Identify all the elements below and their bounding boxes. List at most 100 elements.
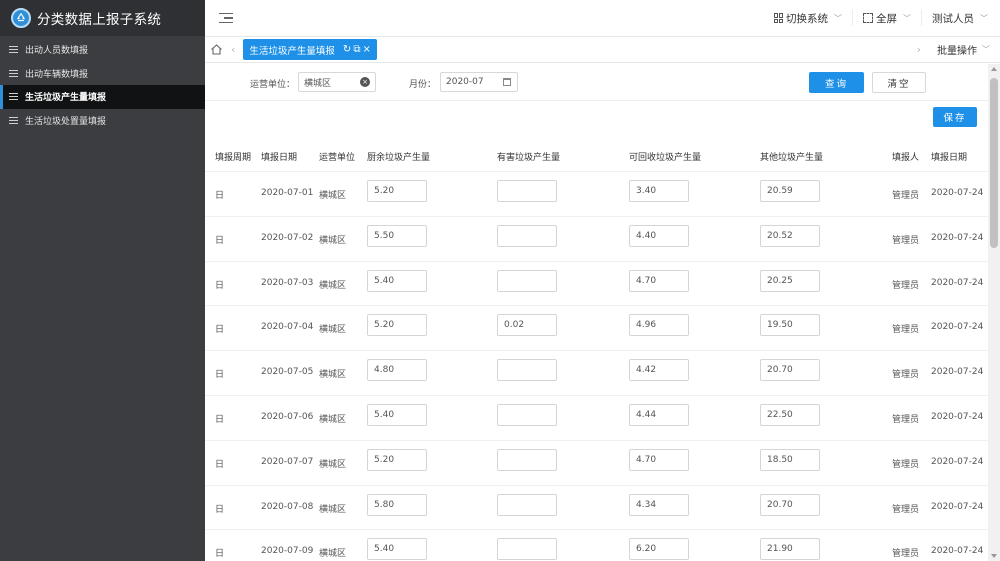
sidebar-item[interactable]: 出动车辆数填报 xyxy=(0,62,205,86)
hazardous-waste-input[interactable] xyxy=(497,359,557,382)
other-waste-input[interactable]: 20.52 xyxy=(760,224,820,247)
recyclable-waste-input[interactable]: 4.96 xyxy=(629,314,689,337)
recyclable-waste-input[interactable]: 3.40 xyxy=(629,180,689,202)
kitchen-waste-input[interactable]: 5.40 xyxy=(367,404,427,426)
recyclable-waste-input[interactable]: 4.34 xyxy=(629,493,689,516)
tab-scroll-right-icon[interactable]: › xyxy=(917,43,921,56)
chevron-down-icon: ﹀ xyxy=(980,13,988,23)
column-header: 厨余垃圾产生量 xyxy=(367,153,431,163)
recyclable-waste-input[interactable]: 4.70 xyxy=(629,448,689,471)
kitchen-waste-input[interactable]: 5.40 xyxy=(367,269,427,292)
month-picker[interactable]: 2020-07 xyxy=(440,72,518,92)
query-button[interactable]: 查询 xyxy=(809,72,864,93)
sidebar: 分类数据上报子系统 出动人员数填报 出动车辆数填报 生活垃圾产生量填报 生活垃圾处置量… xyxy=(0,0,205,561)
reporter-cell: 管理员 xyxy=(892,370,920,381)
sidebar-item[interactable]: 生活垃圾处置量填报 xyxy=(0,109,205,133)
reporter-cell: 管理员 xyxy=(892,504,920,515)
filter-bar: 运营单位： 横城区 × 月份： 2020-07 查询 清空 xyxy=(205,64,988,101)
refresh-icon[interactable]: ↻ xyxy=(343,44,351,55)
date-cell: 2020-07-04 xyxy=(261,322,314,333)
other-waste-input[interactable]: 20.70 xyxy=(760,359,820,382)
hazardous-waste-input[interactable] xyxy=(497,269,557,292)
kitchen-waste-input[interactable]: 5.20 xyxy=(367,314,427,337)
hazardous-waste-input[interactable] xyxy=(497,224,557,247)
report-date-cell: 2020-07-24 xyxy=(931,277,984,288)
table-header: 填报周期 填报日期 运营单位 厨余垃圾产生量 有害垃圾产生量 可回收垃圾产生量 其他垃圾产生… xyxy=(205,144,988,169)
vertical-scrollbar[interactable] xyxy=(988,64,1000,561)
fullscreen-dropdown[interactable]: 全屏 ﹀ xyxy=(853,10,922,26)
unit-cell: 横城区 xyxy=(319,325,347,336)
report-date-cell: 2020-07-24 xyxy=(931,501,984,512)
scroll-down-icon[interactable] xyxy=(991,554,997,558)
column-header: 填报日期 xyxy=(261,153,298,163)
month-label: 月份： xyxy=(409,80,437,90)
unit-cell: 横城区 xyxy=(319,370,347,381)
other-waste-input[interactable]: 20.70 xyxy=(760,493,820,516)
date-cell: 2020-07-05 xyxy=(261,367,314,378)
column-header: 填报周期 xyxy=(215,153,252,163)
tab-scroll-left-icon[interactable]: ‹ xyxy=(231,43,235,56)
scrollbar-thumb[interactable] xyxy=(990,78,998,248)
table-row: 日 2020-07-07 横城区 5.20 4.70 18.50 管理员 2020-07-24 xyxy=(205,439,988,485)
recyclable-waste-input[interactable]: 4.40 xyxy=(629,224,689,247)
unit-input[interactable]: 横城区 × xyxy=(298,72,376,92)
hazardous-waste-input[interactable] xyxy=(497,404,557,426)
sidebar-item-label: 出动车辆数填报 xyxy=(25,69,89,80)
hazardous-waste-input[interactable]: 0.02 xyxy=(497,314,557,337)
month-picker-value: 2020-07 xyxy=(446,77,484,87)
recyclable-waste-input[interactable]: 4.70 xyxy=(629,269,689,292)
kitchen-waste-input[interactable]: 5.20 xyxy=(367,448,427,471)
sidebar-item[interactable]: 生活垃圾产生量填报 xyxy=(0,85,205,109)
kitchen-waste-input[interactable]: 4.80 xyxy=(367,359,427,382)
column-header: 可回收垃圾产生量 xyxy=(629,153,702,163)
user-name: 测试人员 xyxy=(932,12,974,25)
recyclable-waste-input[interactable]: 4.44 xyxy=(629,404,689,426)
kitchen-waste-input[interactable]: 5.40 xyxy=(367,538,427,561)
date-cell: 2020-07-08 xyxy=(261,501,314,512)
other-waste-input[interactable]: 18.50 xyxy=(760,448,820,471)
unit-cell: 横城区 xyxy=(319,459,347,470)
other-waste-input[interactable]: 21.90 xyxy=(760,538,820,561)
batch-operations-dropdown[interactable]: 批量操作 ﹀ xyxy=(937,42,990,57)
other-waste-input[interactable]: 20.25 xyxy=(760,269,820,292)
hazardous-waste-input[interactable] xyxy=(497,538,557,561)
chevron-down-icon: ﹀ xyxy=(834,13,842,23)
save-button[interactable]: 保存 xyxy=(933,107,977,127)
unit-cell: 横城区 xyxy=(319,280,347,291)
recyclable-waste-input[interactable]: 4.42 xyxy=(629,359,689,382)
hazardous-waste-input[interactable] xyxy=(497,493,557,516)
grid-icon xyxy=(774,13,784,23)
recyclable-waste-input[interactable]: 6.20 xyxy=(629,538,689,561)
home-icon[interactable] xyxy=(210,43,223,56)
close-icon[interactable]: × xyxy=(362,44,370,55)
popout-icon[interactable]: ⧉ xyxy=(353,44,360,55)
menu-list-icon xyxy=(9,116,18,124)
kitchen-waste-input[interactable]: 5.50 xyxy=(367,224,427,247)
kitchen-waste-input[interactable]: 5.80 xyxy=(367,493,427,516)
main-content: 运营单位： 横城区 × 月份： 2020-07 查询 清空 保存 填报周期 填报日… xyxy=(205,64,988,561)
table-row: 日 2020-07-05 横城区 4.80 4.42 20.70 管理员 2020-07-24 xyxy=(205,350,988,395)
other-waste-input[interactable]: 19.50 xyxy=(760,314,820,337)
clear-input-icon[interactable]: × xyxy=(360,77,370,87)
unit-cell: 横城区 xyxy=(319,191,347,201)
sidebar-item-label: 生活垃圾产生量填报 xyxy=(25,93,107,104)
unit-label: 运营单位： xyxy=(250,80,296,90)
switch-system-dropdown[interactable]: 切换系统 ﹀ xyxy=(764,10,853,26)
scroll-up-icon[interactable] xyxy=(991,67,997,71)
date-cell: 2020-07-06 xyxy=(261,412,314,422)
reporter-cell: 管理员 xyxy=(892,191,920,201)
other-waste-input[interactable]: 22.50 xyxy=(760,404,820,426)
sidebar-item[interactable]: 出动人员数填报 xyxy=(0,38,205,62)
kitchen-waste-input[interactable]: 5.20 xyxy=(367,180,427,202)
clear-button[interactable]: 清空 xyxy=(872,72,926,93)
menu-list-icon xyxy=(9,69,18,77)
user-dropdown[interactable]: 测试人员 ﹀ xyxy=(922,10,1000,26)
collapse-menu-icon[interactable] xyxy=(219,13,233,23)
reporter-cell: 管理员 xyxy=(892,415,920,425)
hazardous-waste-input[interactable] xyxy=(497,448,557,471)
tab-garbage-production[interactable]: 生活垃圾产生量填报 ↻ ⧉ × xyxy=(243,39,377,60)
hazardous-waste-input[interactable] xyxy=(497,180,557,202)
report-date-cell: 2020-07-24 xyxy=(931,367,984,378)
column-header: 运营单位 xyxy=(319,153,356,163)
other-waste-input[interactable]: 20.59 xyxy=(760,180,820,202)
